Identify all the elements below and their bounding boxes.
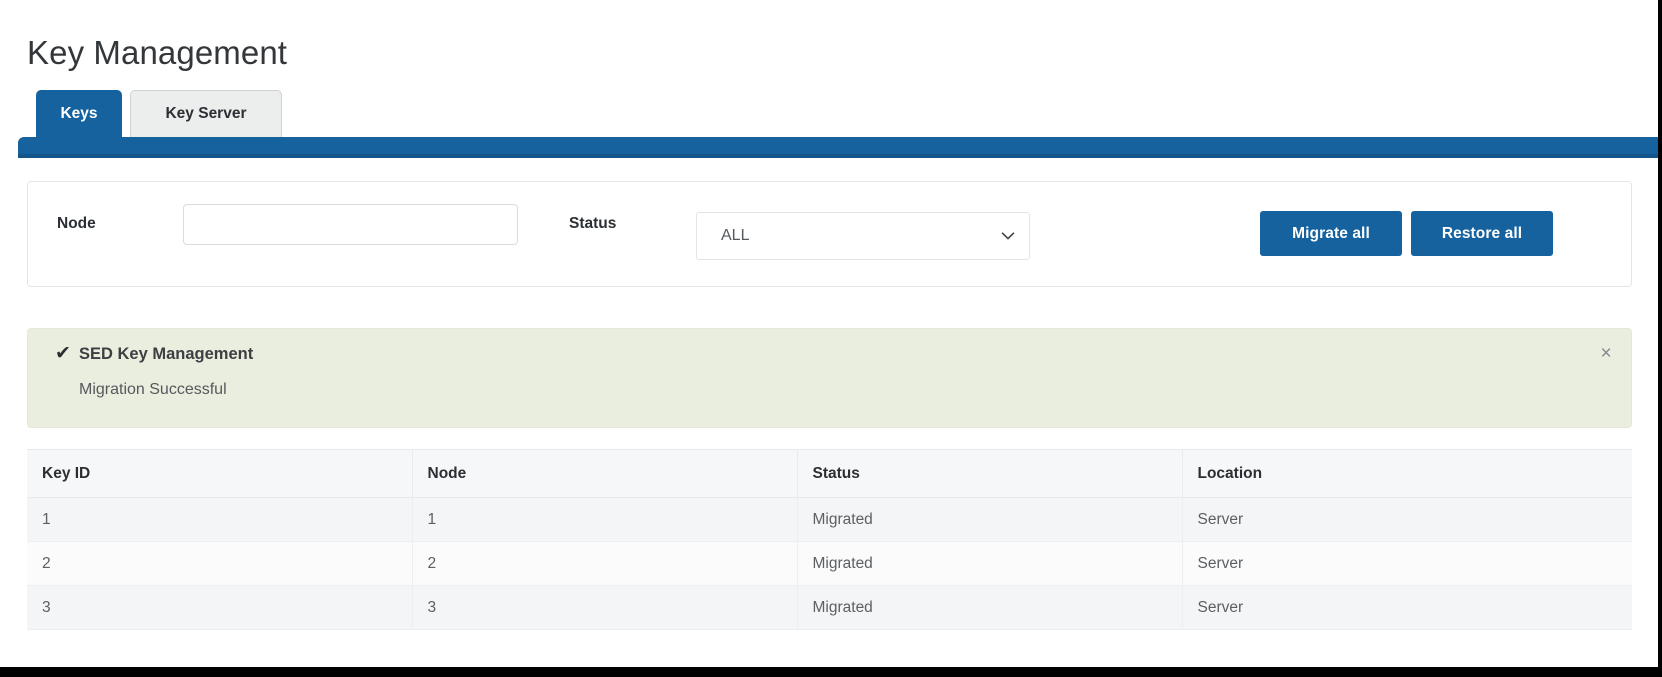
status-filter-select[interactable]: ALL xyxy=(696,212,1030,260)
check-icon: ✔ xyxy=(55,343,71,364)
cell-location: Server xyxy=(1181,497,1632,542)
success-alert: ✔ SED Key Management Migration Successfu… xyxy=(27,328,1632,428)
node-filter-label: Node xyxy=(57,215,96,232)
status-filter-value: ALL xyxy=(721,227,750,244)
keys-table-body: 1 1 Migrated Server 2 2 Migrated Server … xyxy=(27,497,1632,630)
tab-underline-shadow xyxy=(18,154,1658,158)
cell-location: Server xyxy=(1181,541,1632,586)
keys-table-head: Key ID Node Status Location xyxy=(27,449,1632,498)
filter-panel: Node Status ALL Migrate all Restore all xyxy=(27,181,1632,287)
cell-key-id: 3 xyxy=(27,585,412,630)
table-row[interactable]: 1 1 Migrated Server xyxy=(27,497,1632,542)
page-viewport: Key Management Keys Key Server Node Stat… xyxy=(0,0,1658,667)
cell-status: Migrated xyxy=(796,497,1182,542)
keys-table: Key ID Node Status Location 1 1 Migrated… xyxy=(27,449,1632,630)
alert-message: Migration Successful xyxy=(79,381,227,398)
cell-status: Migrated xyxy=(796,585,1182,630)
column-header-key-id: Key ID xyxy=(27,449,412,498)
tab-underline-bar xyxy=(18,137,1658,154)
window-frame-right xyxy=(1658,0,1662,677)
cell-status: Migrated xyxy=(796,541,1182,586)
status-filter-label: Status xyxy=(569,215,617,232)
close-icon[interactable]: × xyxy=(1593,341,1619,367)
cell-node: 3 xyxy=(411,585,797,630)
table-row[interactable]: 3 3 Migrated Server xyxy=(27,585,1632,630)
table-row[interactable]: 2 2 Migrated Server xyxy=(27,541,1632,586)
migrate-all-button[interactable]: Migrate all xyxy=(1260,211,1402,256)
column-header-location: Location xyxy=(1181,449,1632,498)
cell-key-id: 2 xyxy=(27,541,412,586)
tab-keys[interactable]: Keys xyxy=(36,90,122,137)
cell-key-id: 1 xyxy=(27,497,412,542)
cell-location: Server xyxy=(1181,585,1632,630)
column-header-status: Status xyxy=(796,449,1182,498)
cell-node: 2 xyxy=(411,541,797,586)
table-header-row: Key ID Node Status Location xyxy=(27,449,1632,498)
cell-node: 1 xyxy=(411,497,797,542)
window-frame-bottom xyxy=(0,667,1662,677)
node-filter-input[interactable] xyxy=(183,204,518,245)
page-title: Key Management xyxy=(27,34,288,72)
chevron-down-icon xyxy=(1000,228,1016,244)
restore-all-button[interactable]: Restore all xyxy=(1411,211,1553,256)
alert-title: SED Key Management xyxy=(79,345,254,363)
column-header-node: Node xyxy=(411,449,797,498)
tab-key-server[interactable]: Key Server xyxy=(130,90,282,137)
